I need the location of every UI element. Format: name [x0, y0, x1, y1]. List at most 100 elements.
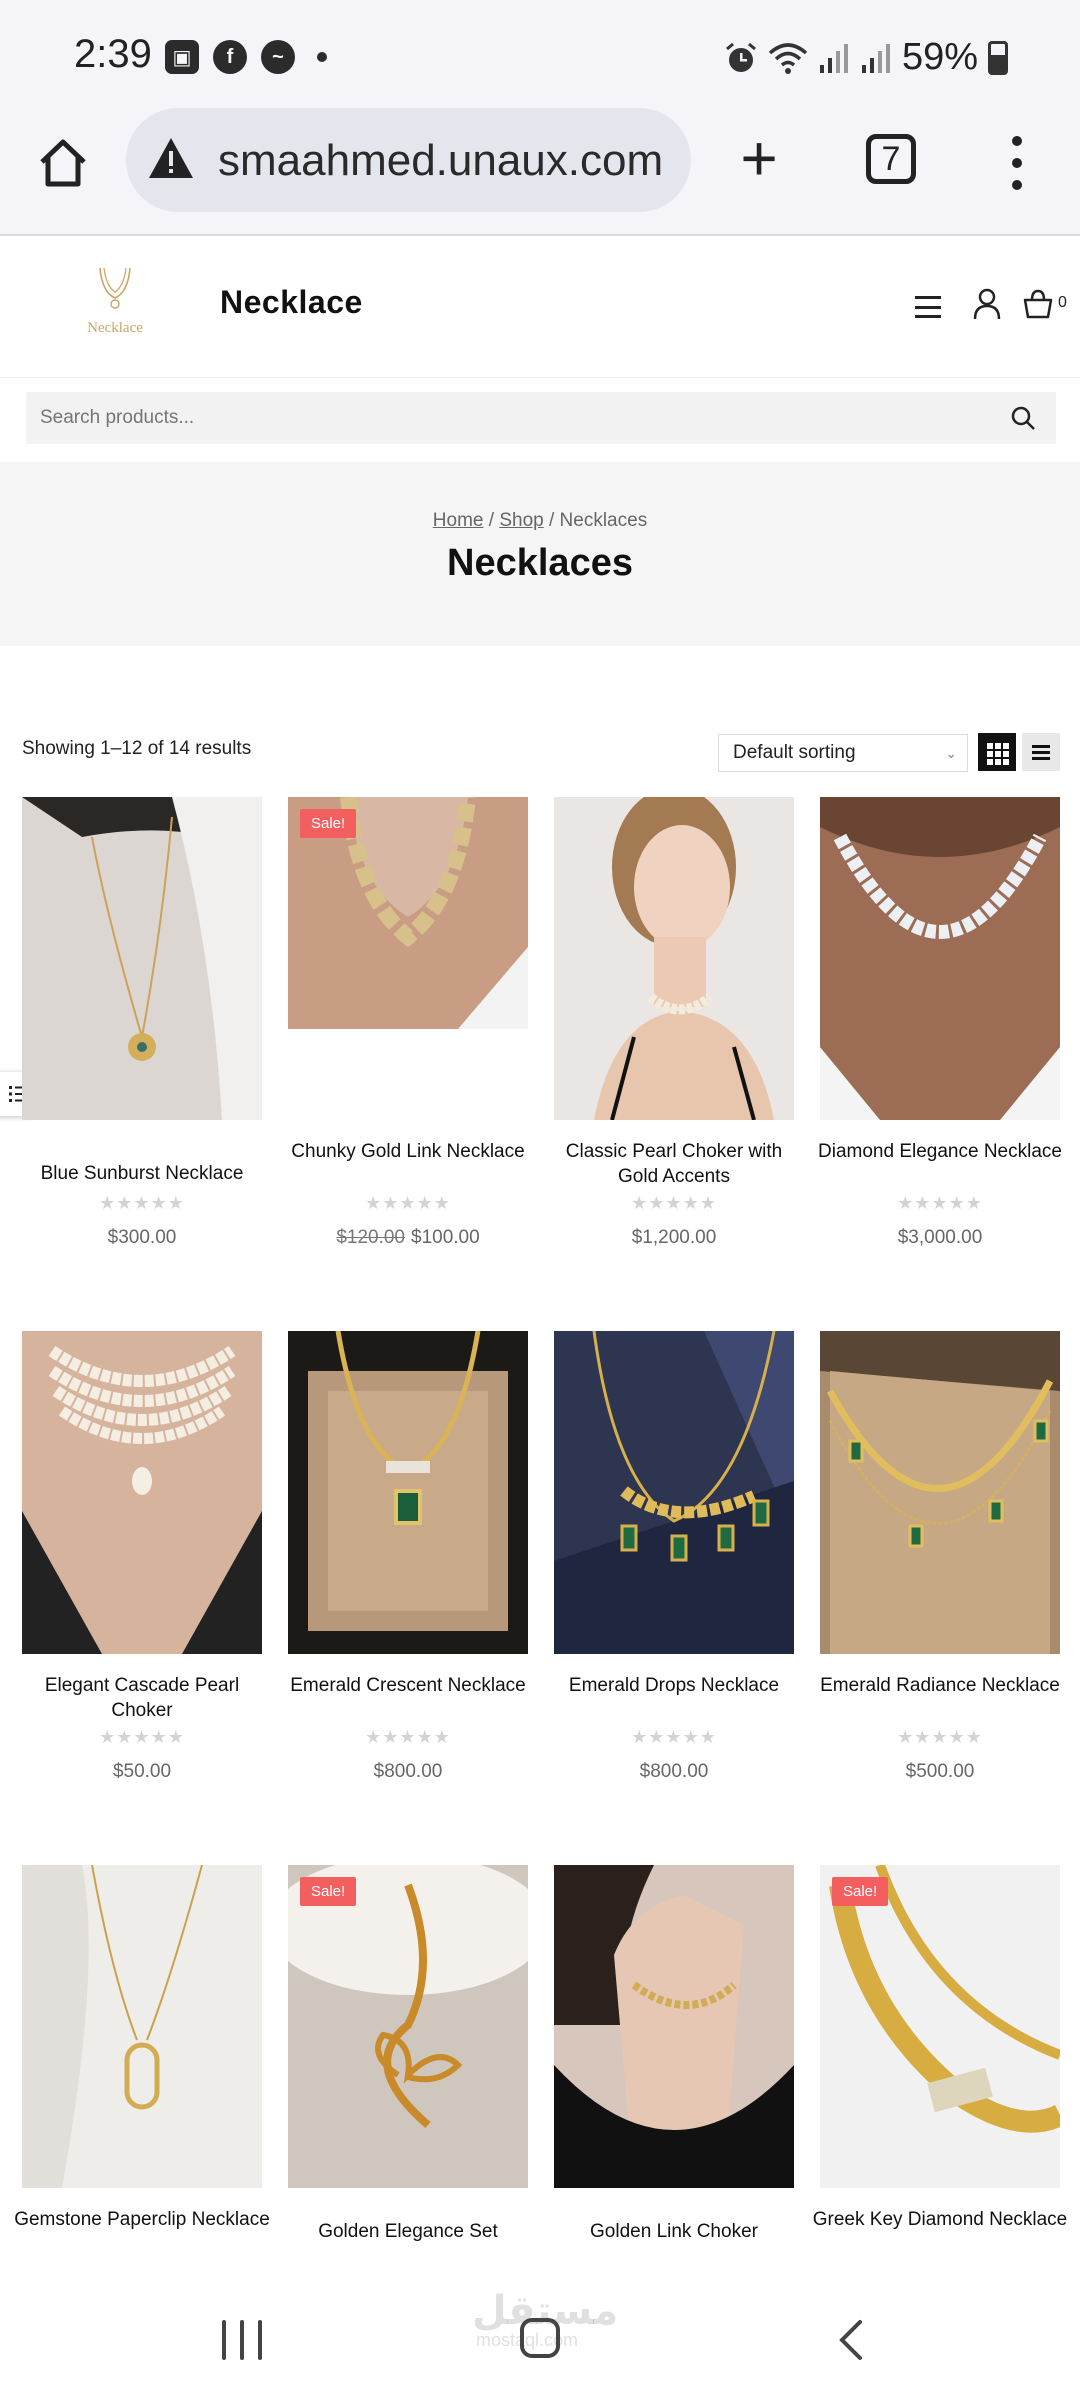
price-current: $500.00: [905, 1761, 975, 1782]
product-card[interactable]: Classic Pearl Choker with Gold Accents ★…: [554, 797, 794, 1248]
product-image[interactable]: [22, 1331, 262, 1654]
rating-stars: ★★★★★: [365, 1727, 451, 1747]
site-logo[interactable]: Necklace: [60, 262, 170, 358]
chevron-down-icon: ⌄: [945, 745, 957, 761]
result-count: Showing 1–12 of 14 results: [22, 738, 252, 759]
product-image[interactable]: [820, 797, 1060, 1120]
account-icon[interactable]: [973, 288, 1001, 320]
product-image[interactable]: [554, 1331, 794, 1654]
product-name[interactable]: Classic Pearl Choker with Gold Accents: [544, 1139, 804, 1189]
price-current: $800.00: [639, 1761, 709, 1782]
product-price: $800.00: [554, 1761, 794, 1783]
product-card[interactable]: Golden Link Choker: [554, 1865, 794, 2242]
sort-select[interactable]: Default sorting ⌄: [718, 734, 968, 772]
product-price: $300.00: [22, 1227, 262, 1249]
product-image[interactable]: [22, 1865, 262, 2188]
product-image[interactable]: Sale!: [820, 1865, 1060, 2188]
product-name[interactable]: Diamond Elegance Necklace: [810, 1139, 1070, 1164]
signal-icon: [819, 43, 848, 73]
sale-badge: Sale!: [300, 1877, 357, 1906]
product-card[interactable]: Blue Sunburst Necklace ★★★★★ $300.00: [22, 797, 262, 1248]
page-header: Home / Shop / Necklaces Necklaces: [0, 462, 1080, 646]
status-bar: 2:39 ▣ f ~ 59%: [0, 0, 1080, 100]
product-name[interactable]: Emerald Radiance Necklace: [810, 1673, 1070, 1698]
new-tab-button[interactable]: +: [734, 126, 784, 190]
price-old: $120.00: [336, 1227, 405, 1248]
product-card[interactable]: Elegant Cascade Pearl Choker ★★★★★ $50.0…: [22, 1331, 262, 1782]
notification-icons: ▣ f ~: [165, 40, 327, 74]
product-name[interactable]: Blue Sunburst Necklace: [12, 1161, 272, 1186]
product-image[interactable]: Sale!: [288, 1865, 528, 2188]
product-image[interactable]: [554, 1865, 794, 2188]
price-current: $300.00: [107, 1227, 177, 1248]
recents-button[interactable]: [222, 2320, 262, 2360]
home-button[interactable]: [520, 2318, 560, 2358]
product-name[interactable]: Gemstone Paperclip Necklace: [12, 2207, 272, 2232]
menu-icon[interactable]: [915, 296, 941, 318]
product-image[interactable]: [288, 1331, 528, 1654]
gallery-icon: ▣: [165, 40, 199, 74]
product-name[interactable]: Golden Elegance Set: [278, 2219, 538, 2244]
more-notifications-icon: [317, 52, 327, 62]
sale-badge: Sale!: [832, 1877, 889, 1906]
product-card[interactable]: Diamond Elegance Necklace ★★★★★ $3,000.0…: [818, 797, 1062, 1248]
product-card[interactable]: Gemstone Paperclip Necklace: [14, 1865, 270, 2230]
product-card[interactable]: Emerald Radiance Necklace ★★★★★ $500.00: [820, 1331, 1060, 1782]
warning-icon[interactable]: [146, 134, 196, 184]
battery-icon: [988, 40, 1008, 75]
product-name[interactable]: Golden Link Choker: [544, 2219, 804, 2244]
product-image[interactable]: [22, 797, 262, 1120]
battery-percent: 59%: [901, 36, 978, 78]
product-image[interactable]: [820, 1331, 1060, 1654]
alarm-icon: [725, 42, 756, 72]
grid-view-button[interactable]: [978, 733, 1016, 771]
system-icons: 59%: [724, 36, 1008, 79]
product-price: $800.00: [288, 1761, 528, 1783]
breadcrumb-current: Necklaces: [559, 510, 648, 531]
product-card[interactable]: Emerald Drops Necklace ★★★★★ $800.00: [554, 1331, 794, 1782]
product-card[interactable]: Emerald Crescent Necklace ★★★★★ $800.00: [288, 1331, 528, 1782]
cart-icon[interactable]: [1022, 288, 1054, 320]
product-card[interactable]: Sale! Golden Elegance Set: [288, 1865, 528, 2242]
product-card[interactable]: Sale! Chunky Gold Link Necklace ★★★★★ $1…: [288, 797, 528, 1248]
address-bar[interactable]: smaahmed.unaux.com: [126, 108, 691, 212]
messenger-icon: ~: [261, 40, 295, 74]
product-name[interactable]: Emerald Drops Necklace: [544, 1673, 804, 1698]
breadcrumb: Home / Shop / Necklaces: [0, 510, 1080, 532]
necklace-logo-icon: [99, 267, 131, 309]
breadcrumb-home[interactable]: Home: [433, 510, 484, 531]
product-name[interactable]: Chunky Gold Link Necklace: [278, 1139, 538, 1164]
product-image[interactable]: Sale!: [288, 797, 528, 1029]
product-name[interactable]: Elegant Cascade Pearl Choker: [12, 1673, 272, 1723]
search-icon[interactable]: [1010, 405, 1036, 431]
url-text[interactable]: smaahmed.unaux.com: [218, 136, 663, 186]
price-current: $1,200.00: [631, 1227, 717, 1248]
rating-stars: ★★★★★: [897, 1193, 983, 1213]
rating-stars: ★★★★★: [631, 1727, 717, 1747]
site-header: Necklace Necklace 0: [0, 238, 1080, 378]
product-price: $500.00: [820, 1761, 1060, 1783]
status-time: 2:39: [74, 32, 152, 76]
breadcrumb-separator: /: [543, 510, 560, 531]
more-options-icon[interactable]: [1010, 136, 1024, 190]
product-search: [26, 392, 1056, 444]
product-card[interactable]: Sale! Greek Key Diamond Necklace: [813, 1865, 1067, 2230]
sale-badge: Sale!: [300, 809, 357, 838]
breadcrumb-shop[interactable]: Shop: [499, 510, 543, 531]
site-title[interactable]: Necklace: [220, 284, 363, 321]
price-current: $50.00: [112, 1761, 172, 1782]
product-image[interactable]: [554, 797, 794, 1120]
tab-switcher-button[interactable]: 7: [866, 134, 916, 184]
list-view-button[interactable]: [1022, 733, 1060, 771]
wifi-icon: [768, 42, 808, 74]
home-icon[interactable]: [36, 136, 90, 190]
back-button[interactable]: [832, 2318, 872, 2362]
product-name[interactable]: Greek Key Diamond Necklace: [810, 2207, 1070, 2232]
price-current: $800.00: [373, 1761, 443, 1782]
product-name[interactable]: Emerald Crescent Necklace: [278, 1673, 538, 1698]
facebook-icon: f: [213, 40, 247, 74]
cart-count: 0: [1058, 294, 1067, 311]
search-input[interactable]: [26, 392, 986, 444]
price-current: $100.00: [411, 1227, 480, 1248]
page-title: Necklaces: [447, 542, 633, 584]
